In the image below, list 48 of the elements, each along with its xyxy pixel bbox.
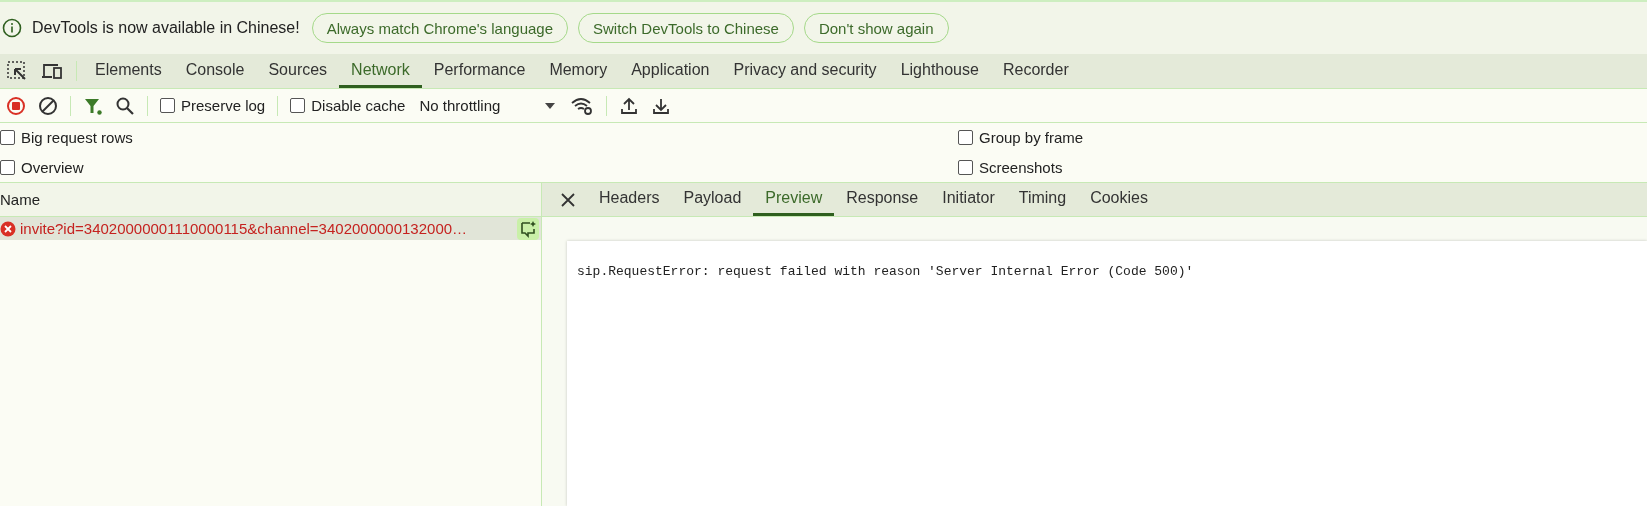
checkbox[interactable]	[290, 98, 306, 113]
error-icon	[0, 220, 16, 237]
search-icon[interactable]	[115, 95, 135, 116]
request-row[interactable]: invite?id=34020000001110000115&channel=3402000000132000…	[0, 217, 541, 240]
detail-tab[interactable]: Response	[834, 183, 931, 216]
panel-tab[interactable]: Console	[173, 54, 257, 88]
close-icon[interactable]	[561, 192, 575, 207]
panel-tab[interactable]: Network	[339, 54, 422, 88]
panel-tab[interactable]: Privacy and security	[721, 54, 889, 88]
checkbox-label: Big request rows	[21, 129, 133, 147]
ai-chat-icon[interactable]	[517, 217, 539, 240]
checkbox-label: Screenshots	[979, 158, 1063, 176]
infobar-button[interactable]: Always match Chrome's language	[311, 13, 568, 43]
detail-tab[interactable]: Headers	[587, 183, 672, 216]
panel-tab[interactable]: Recorder	[990, 54, 1081, 88]
checkbox-label: Overview	[21, 158, 84, 176]
record-icon[interactable]	[6, 95, 26, 116]
infobar-button[interactable]: Don't show again	[803, 13, 949, 43]
wifi-settings-icon[interactable]	[570, 95, 595, 116]
info-icon	[2, 18, 22, 38]
checkbox[interactable]	[0, 130, 15, 146]
request-name: invite?id=34020000001110000115&channel=3402000000132000…	[20, 220, 469, 237]
infobar-button[interactable]: Switch DevTools to Chinese	[578, 13, 794, 43]
panel-tab[interactable]: Performance	[421, 54, 538, 88]
detail-tab[interactable]: Initiator	[930, 183, 1007, 216]
detail-tab[interactable]: Payload	[671, 183, 754, 216]
panel-tab[interactable]: Application	[619, 54, 722, 88]
infobar-message: DevTools is now available in Chinese!	[32, 19, 300, 37]
detail-tab[interactable]: Timing	[1006, 183, 1079, 216]
inspect-element-icon[interactable]	[6, 60, 28, 82]
clear-icon[interactable]	[38, 95, 58, 116]
panel-tab[interactable]: Elements	[83, 54, 174, 88]
checkbox-label: Disable cache	[311, 97, 406, 114]
checkbox[interactable]	[0, 159, 15, 175]
upload-icon[interactable]	[619, 95, 640, 116]
panel-tab[interactable]: Memory	[537, 54, 620, 88]
caret-icon	[544, 101, 557, 110]
column-header: Name	[0, 191, 40, 208]
checkbox-label: Preserve log	[181, 97, 266, 114]
checkbox[interactable]	[958, 159, 973, 175]
panel-tab[interactable]: Sources	[256, 54, 340, 88]
panel-tab[interactable]: Lighthouse	[888, 54, 991, 88]
detail-tab[interactable]: Cookies	[1078, 183, 1160, 216]
throttling-dropdown[interactable]: No throttling	[411, 97, 565, 114]
checkbox[interactable]	[958, 130, 973, 146]
checkbox-label: Group by frame	[979, 129, 1084, 147]
checkbox[interactable]	[160, 98, 175, 113]
preview-text: sip.RequestError: request failed with reason 'Server Internal Error (Code 500)'	[577, 264, 1194, 279]
